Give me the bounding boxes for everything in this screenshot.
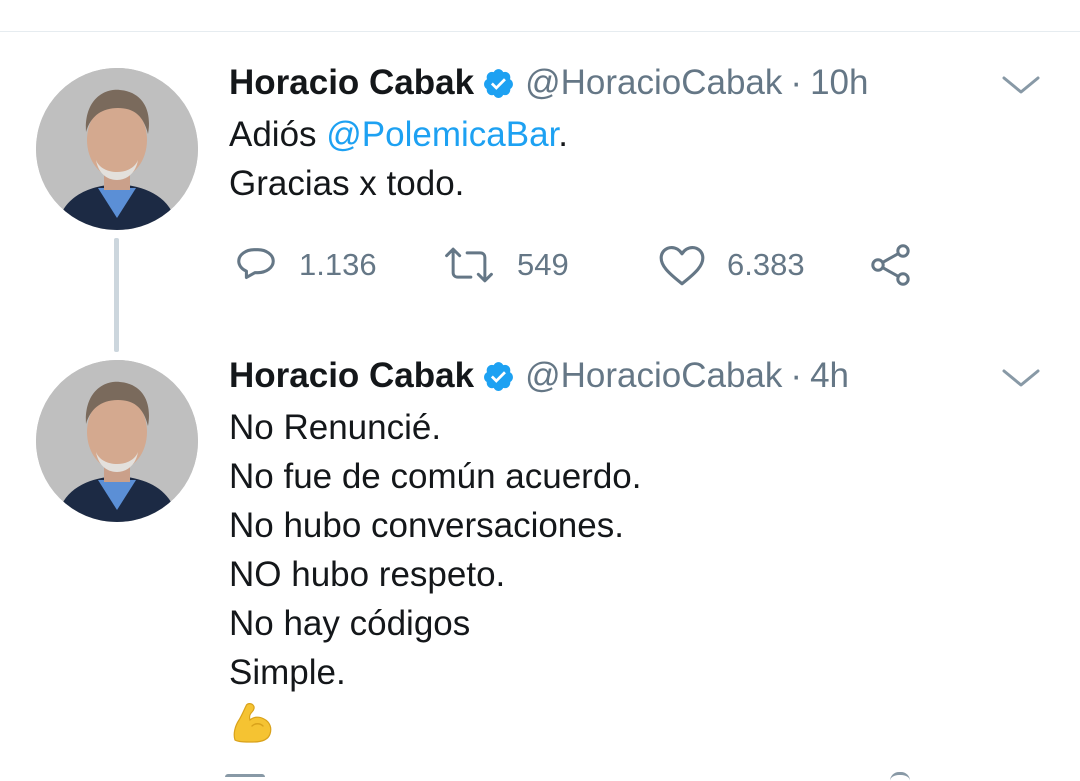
tweet-actions: 1.136 549 6.383: [233, 240, 933, 290]
chevron-down-icon[interactable]: [1000, 363, 1042, 393]
retweet-count: 549: [517, 247, 569, 282]
share-button[interactable]: [867, 240, 915, 290]
author-name[interactable]: Horacio Cabak: [229, 354, 474, 398]
flexed-biceps-emoji: [229, 700, 275, 746]
tweet-line: Simple.: [229, 653, 346, 692]
tweet-text: Adiós @PolemicaBar. Gracias x todo.: [229, 110, 568, 208]
avatar[interactable]: [36, 68, 198, 230]
next-tweet-edge: [225, 774, 265, 781]
tweet-line: No fue de común acuerdo.: [229, 457, 642, 496]
tweet-line: Adiós @PolemicaBar.: [229, 110, 568, 159]
like-button[interactable]: 6.383: [657, 240, 805, 290]
verified-badge-icon: [482, 67, 515, 100]
tweet-line: Gracias x todo.: [229, 164, 465, 203]
tweet-line: No Renuncié.: [229, 408, 442, 447]
timestamp[interactable]: 10h: [810, 61, 868, 105]
verified-badge-icon: [482, 360, 515, 393]
author-name[interactable]: Horacio Cabak: [229, 61, 474, 105]
share-icon: [871, 244, 910, 286]
avatar[interactable]: [36, 360, 198, 522]
mention-link[interactable]: @PolemicaBar: [326, 115, 558, 154]
text-prefix: Adiós: [229, 115, 327, 154]
tweet-text: No Renuncié. No fue de común acuerdo. No…: [229, 403, 641, 697]
tweet-line: No hay códigos: [229, 604, 471, 643]
next-tweet-edge: [890, 772, 910, 781]
retweet-icon: [445, 247, 493, 283]
separator-dot: ·: [790, 63, 803, 102]
reply-icon: [237, 248, 275, 279]
tweet-header: Horacio Cabak @HoracioCabak · 10h: [229, 61, 868, 105]
text-suffix: .: [558, 115, 569, 154]
like-icon: [659, 245, 705, 286]
author-handle[interactable]: @HoracioCabak: [525, 354, 782, 398]
author-handle[interactable]: @HoracioCabak: [525, 61, 782, 105]
top-divider: [0, 31, 1080, 32]
separator-dot: ·: [790, 356, 803, 395]
tweet-line: No hubo conversaciones.: [229, 506, 624, 545]
reply-button[interactable]: 1.136: [233, 240, 377, 290]
timestamp[interactable]: 4h: [810, 354, 849, 398]
thread-connector-line: [114, 238, 119, 352]
chevron-down-icon[interactable]: [1000, 70, 1042, 100]
retweet-button[interactable]: 549: [441, 240, 569, 290]
reply-count: 1.136: [299, 247, 377, 282]
like-count: 6.383: [727, 247, 805, 282]
tweet-line: NO hubo respeto.: [229, 555, 506, 594]
tweet-header: Horacio Cabak @HoracioCabak · 4h: [229, 354, 849, 398]
